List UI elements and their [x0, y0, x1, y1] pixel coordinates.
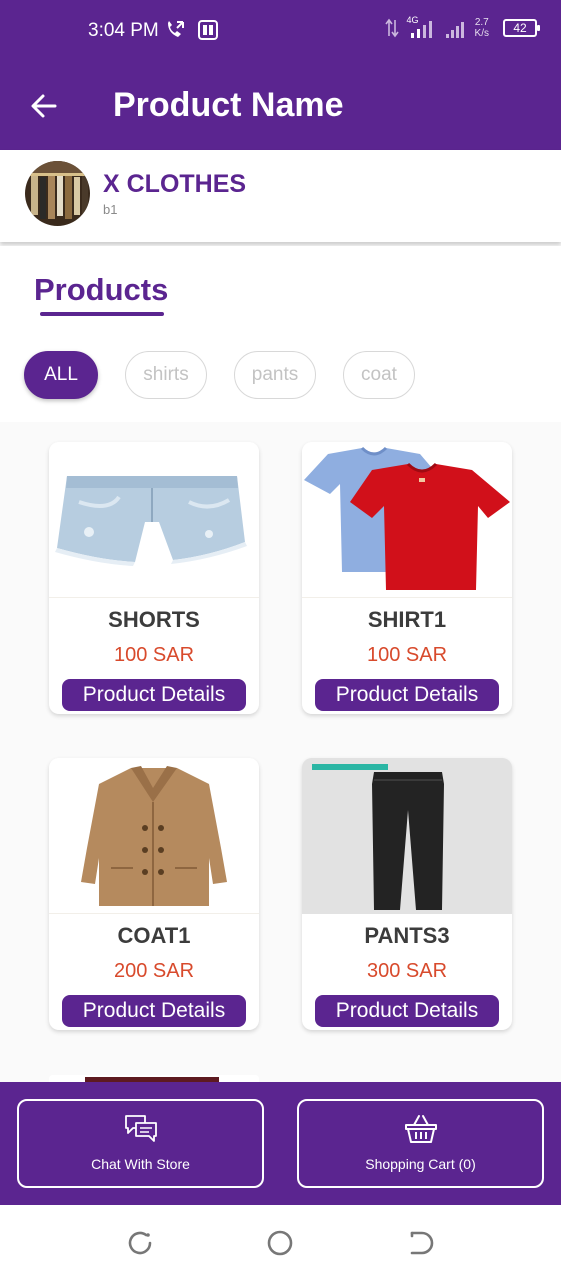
product-name: COAT1 — [117, 923, 191, 948]
basket-icon — [299, 1113, 542, 1145]
product-details-button[interactable]: Product Details — [62, 679, 246, 711]
signal-4g: 4G — [407, 15, 437, 39]
products-section: Products ALL shirts pants coat — [0, 246, 561, 422]
product-image — [49, 442, 259, 598]
status-time: 3:04 PM — [88, 20, 159, 41]
product-price: 200 SAR — [113, 960, 195, 982]
screen: 3:04 PM 4G 2.7 K/s 42 Product Name X CLO… — [0, 0, 561, 1280]
page-title: Product Name — [113, 86, 344, 124]
app-notification-icon — [198, 20, 218, 40]
chat-with-store-label: Chat With Store — [91, 1156, 190, 1172]
filter-chip-coat[interactable]: coat — [343, 351, 415, 399]
product-card[interactable]: PANTS3 300 SAR Product Details — [302, 758, 512, 1030]
battery-indicator: 42 — [503, 19, 540, 37]
product-card[interactable]: COAT1 200 SAR Product Details — [49, 758, 259, 1030]
section-underline — [40, 312, 164, 316]
status-right-icons: 4G 2.7 K/s 42 — [384, 15, 540, 39]
speed-value: 2.7 — [474, 17, 489, 28]
product-details-button[interactable]: Product Details — [62, 995, 246, 1027]
store-avatar — [25, 161, 90, 226]
product-image — [302, 758, 512, 914]
product-price: 300 SAR — [366, 960, 448, 982]
back-button[interactable] — [24, 86, 64, 126]
network-speed: 2.7 K/s — [475, 17, 489, 39]
shopping-cart-label: Shopping Cart (0) — [365, 1156, 476, 1172]
call-forward-icon — [168, 21, 184, 37]
section-title: Products — [34, 272, 169, 307]
bottom-action-bar: Chat With Store Shopping Cart (0) — [0, 1082, 561, 1205]
signal-bars-icon-1 — [410, 21, 432, 38]
product-card[interactable]: SHIRT1 100 SAR Product Details — [302, 442, 512, 714]
store-subtitle: b1 — [103, 202, 118, 217]
product-details-button[interactable]: Product Details — [315, 679, 499, 711]
product-name: PANTS3 — [364, 923, 450, 948]
product-details-button[interactable]: Product Details — [315, 995, 499, 1027]
system-nav-bar — [0, 1205, 561, 1280]
chat-with-store-button[interactable]: Chat With Store — [17, 1099, 264, 1188]
store-header[interactable]: X CLOTHES b1 — [0, 150, 561, 242]
signal-bars-icon-2 — [445, 22, 464, 38]
recent-apps-button[interactable] — [126, 1229, 154, 1257]
recent-apps-icon — [128, 1231, 152, 1255]
chat-bubbles-icon — [19, 1113, 262, 1145]
back-nav-icon — [410, 1231, 434, 1255]
data-arrows-icon — [384, 18, 399, 38]
app-bar: Product Name — [0, 64, 561, 150]
store-name: X CLOTHES — [103, 170, 247, 198]
filter-chip-shirts[interactable]: shirts — [125, 351, 207, 399]
filter-chips: ALL shirts pants coat — [24, 351, 415, 399]
product-price: 100 SAR — [366, 644, 448, 666]
product-name: SHORTS — [108, 607, 200, 632]
filter-chip-all[interactable]: ALL — [24, 351, 98, 399]
status-bar: 3:04 PM 4G 2.7 K/s 42 — [0, 0, 561, 64]
product-image — [49, 758, 259, 914]
status-left-icons — [164, 19, 218, 41]
product-image — [302, 442, 512, 598]
product-price: 100 SAR — [113, 644, 195, 666]
shopping-cart-button[interactable]: Shopping Cart (0) — [297, 1099, 544, 1188]
speed-unit: K/s — [474, 28, 489, 39]
product-card[interactable]: SHORTS 100 SAR Product Details — [49, 442, 259, 714]
arrow-left-icon — [31, 94, 57, 118]
home-button[interactable] — [266, 1229, 294, 1257]
home-circle-icon — [267, 1230, 293, 1256]
product-name: SHIRT1 — [367, 607, 447, 632]
back-nav-button[interactable] — [406, 1229, 434, 1257]
filter-chip-pants[interactable]: pants — [234, 351, 316, 399]
